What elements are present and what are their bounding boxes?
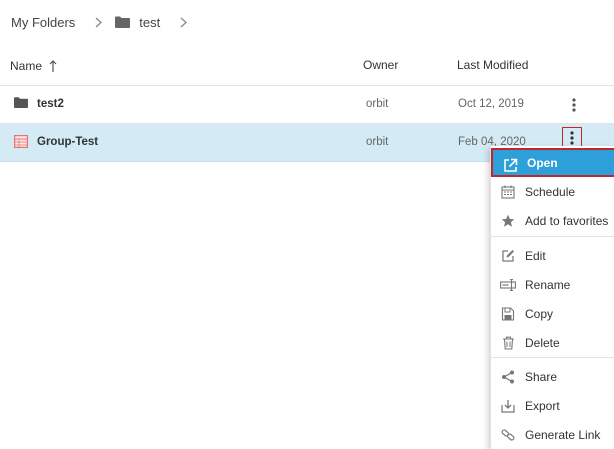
column-header-owner[interactable]: Owner [363,58,398,72]
menu-item-label: Add to favorites [525,213,609,228]
menu-item-share[interactable]: Share [491,362,614,391]
column-header-name-label: Name [10,59,43,73]
menu-item-label: Copy [525,306,554,321]
menu-item-label: Export [525,398,560,413]
trash-icon [500,335,516,351]
folder-icon [115,16,131,28]
link-icon [500,427,516,443]
more-options-icon[interactable] [566,94,582,116]
menu-item-edit[interactable]: Edit [491,241,614,270]
table-row[interactable]: test2 orbit Oct 12, 2019 [0,86,614,124]
row-last-modified: Oct 12, 2019 [458,98,524,110]
rename-icon [500,277,516,293]
folder-icon [14,97,28,108]
copy-icon [500,306,516,322]
open-external-icon [502,157,518,173]
menu-item-label: Generate Link [525,427,601,442]
menu-item-generate-link[interactable]: Generate Link [491,420,614,449]
menu-item-label: Delete [525,335,560,350]
chevron-right-icon [95,17,103,28]
column-header-last-modified[interactable]: Last Modified [457,58,528,72]
export-icon [500,398,516,414]
menu-item-open[interactable]: Open [491,148,614,177]
breadcrumb-current-label: test [139,14,161,30]
row-name[interactable]: Group-Test [37,136,98,148]
row-owner: orbit [366,98,389,110]
menu-item-schedule[interactable]: Schedule [491,177,614,206]
context-menu: Open Schedule Add to favorites Edit Rena… [490,146,614,449]
menu-item-label: Share [525,369,558,384]
edit-icon [500,248,516,264]
menu-divider [491,236,614,237]
breadcrumb-current-folder[interactable]: test [115,15,160,30]
menu-item-export[interactable]: Export [491,391,614,420]
column-header-name[interactable]: Name [10,59,57,73]
menu-item-rename[interactable]: Rename [491,270,614,299]
menu-item-add-to-favorites[interactable]: Add to favorites [491,206,614,235]
calendar-icon [500,184,516,200]
row-owner: orbit [366,136,389,148]
breadcrumb: My Folders test [11,12,200,32]
row-name[interactable]: test2 [37,98,64,110]
table-header: Name Owner Last Modified [0,50,614,86]
report-icon [14,135,28,148]
chevron-right-icon [180,17,188,28]
breadcrumb-my-folders[interactable]: My Folders [11,15,75,30]
menu-item-label: Open [527,155,558,170]
menu-item-label: Schedule [525,184,576,199]
share-icon [500,369,516,385]
star-icon [500,213,516,229]
menu-item-label: Edit [525,248,546,263]
menu-item-label: Rename [525,277,571,292]
menu-divider [491,357,614,358]
sort-ascending-icon[interactable] [49,59,57,73]
menu-item-copy[interactable]: Copy [491,299,614,328]
menu-item-delete[interactable]: Delete [491,328,614,357]
